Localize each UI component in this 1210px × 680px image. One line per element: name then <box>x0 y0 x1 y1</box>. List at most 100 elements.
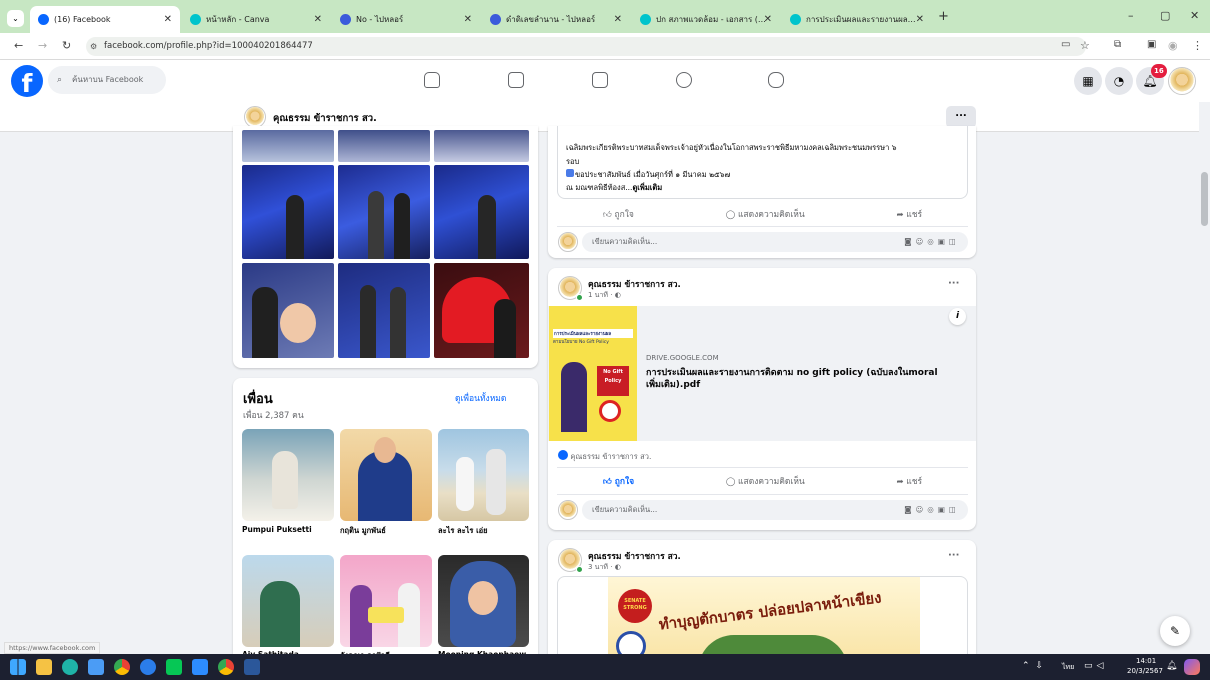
photo-thumbnail[interactable] <box>242 130 334 162</box>
post-options-icon[interactable]: ··· <box>948 278 959 289</box>
photo-thumbnail[interactable] <box>242 263 334 358</box>
site-info-icon[interactable]: ⚙ <box>90 37 97 56</box>
language-indicator[interactable]: ไทย <box>1062 662 1074 673</box>
sidepanel-icon[interactable]: ▣ <box>1147 39 1156 50</box>
file-explorer-icon[interactable] <box>36 659 52 675</box>
tab-close-icon[interactable]: ✕ <box>164 14 172 25</box>
maximize-button[interactable]: ▢ <box>1160 9 1170 22</box>
windows-start-icon[interactable] <box>10 659 26 675</box>
post-timestamp[interactable]: 3 นาที · ◐ <box>588 562 621 573</box>
photo-thumbnail[interactable] <box>338 263 430 358</box>
share-button[interactable]: ➦ แชร์ <box>896 207 922 221</box>
network-volume-icons[interactable]: ▭◁ <box>1084 661 1107 671</box>
bookmark-star-icon[interactable]: ☆ <box>1080 39 1090 52</box>
share-button[interactable]: ➦ แชร์ <box>896 474 922 488</box>
tab-presentation[interactable]: ดำดิเลขลำนาน - ไปหลอร์ ✕ <box>482 8 630 30</box>
pdf-thumbnail[interactable]: การประเมินผลและรายงานผล ตามนโยบาย No Gif… <box>549 306 637 441</box>
cast-icon[interactable]: ▭ <box>1061 39 1070 50</box>
info-icon[interactable]: i <box>949 308 966 325</box>
post-author-name[interactable]: คุณธรรม ข้าราชการ สว. <box>588 277 681 291</box>
see-all-friends-link[interactable]: ดูเพื่อนทั้งหมด <box>455 391 506 405</box>
copilot-icon[interactable] <box>1184 659 1200 675</box>
like-button[interactable]: 👍︎ ถูกใจ <box>603 474 634 488</box>
photo-thumbnail[interactable] <box>338 130 430 162</box>
friend-name[interactable]: Pumpui Puksetti <box>242 525 312 534</box>
friend-photo[interactable] <box>340 555 432 647</box>
photo-thumbnail[interactable] <box>242 165 334 259</box>
extensions-icon[interactable]: ⧉ <box>1114 39 1121 50</box>
chrome-menu-icon[interactable]: ⋮ <box>1192 39 1203 52</box>
tab-no-powerpoint[interactable]: No - ไปหลอร์ ✕ <box>332 8 480 30</box>
gaming-icon[interactable] <box>768 72 784 88</box>
friend-name[interactable]: ละไร ละไร เอ่ย <box>438 525 488 537</box>
friend-photo[interactable] <box>438 429 529 521</box>
friend-photo[interactable] <box>340 429 432 521</box>
comment-emoji-icons[interactable]: ◙☺◎▣◫ <box>904 232 960 252</box>
comment-button[interactable]: ◯ แสดงความคิดเห็น <box>726 207 805 221</box>
app-icon[interactable] <box>140 659 156 675</box>
page-scrollbar[interactable] <box>1199 102 1210 654</box>
comment-emoji-icons[interactable]: ◙☺◎▣◫ <box>904 500 960 520</box>
post-author-name[interactable]: คุณธรรม ข้าราชการ สว. <box>588 549 681 563</box>
zoom-icon[interactable] <box>192 659 208 675</box>
facebook-search-input[interactable]: ⌕ ค้นหาบน Facebook <box>48 66 166 94</box>
photo-thumbnail[interactable] <box>434 263 529 358</box>
tab-evaluation[interactable]: การประเมินผลและรายงานผล ตามน์โ ✕ <box>782 8 932 30</box>
see-more-link[interactable]: ดูเพิ่มเติม <box>632 183 662 192</box>
comment-input[interactable]: เขียนความคิดเห็น... ◙☺◎▣◫ <box>582 500 968 520</box>
groups-icon[interactable] <box>676 72 692 88</box>
back-icon[interactable]: ← <box>14 39 23 52</box>
reload-icon[interactable]: ↻ <box>62 39 71 52</box>
tab-canva-document[interactable]: ปก สภาพแวดล้อม - เอกสาร (A4) ✕ <box>632 8 780 30</box>
notification-bell-icon[interactable]: 🔔︎ <box>1166 661 1177 671</box>
address-bar[interactable]: ⚙ facebook.com/profile.php?id=1000402018… <box>86 37 1086 56</box>
friend-name[interactable]: กฤติน มูกพันธ์ <box>340 525 386 537</box>
scrollbar-thumb[interactable] <box>1201 172 1208 226</box>
profile-avatar[interactable] <box>244 106 266 128</box>
facebook-logo-icon[interactable]: f <box>11 65 43 97</box>
post-timestamp[interactable]: 1 นาที · ◐ <box>588 290 621 301</box>
profile-icon[interactable]: ◉ <box>1168 39 1178 52</box>
tab-facebook[interactable]: (16) Facebook ✕ <box>30 6 180 33</box>
forward-icon[interactable]: → <box>38 39 47 52</box>
word-icon[interactable] <box>244 659 260 675</box>
close-window-button[interactable]: ✕ <box>1190 9 1199 22</box>
link-preview[interactable]: การประเมินผลและรายงานผล ตามนโยบาย No Gif… <box>548 306 976 441</box>
friend-photo[interactable] <box>242 555 334 647</box>
clock-date[interactable]: 20/3/2567 <box>1127 667 1163 675</box>
photo-thumbnail[interactable] <box>434 165 529 259</box>
chrome-icon[interactable] <box>114 659 130 675</box>
photo-thumbnail[interactable] <box>434 130 529 162</box>
friend-photo[interactable] <box>242 429 334 521</box>
link-title[interactable]: การประเมินผลและรายงานการติดตาม no gift p… <box>646 367 946 391</box>
tab-close-icon[interactable]: ✕ <box>464 14 472 25</box>
comment-input[interactable]: เขียนความคิดเห็น... ◙☺◎▣◫ <box>582 232 968 252</box>
chrome-icon[interactable] <box>218 659 234 675</box>
new-message-button[interactable]: ✎ <box>1160 616 1190 646</box>
edge-icon[interactable] <box>62 659 78 675</box>
messenger-icon[interactable]: ◔ <box>1105 67 1133 95</box>
line-icon[interactable] <box>166 659 182 675</box>
clock-time[interactable]: 14:01 <box>1136 657 1156 665</box>
tab-close-icon[interactable]: ✕ <box>916 14 924 25</box>
watch-icon[interactable] <box>508 72 524 88</box>
tab-close-icon[interactable]: ✕ <box>764 14 772 25</box>
comment-button[interactable]: ◯ แสดงความคิดเห็น <box>726 474 805 488</box>
tab-canva[interactable]: หน้าหลัก - Canva ✕ <box>182 8 330 30</box>
tab-close-icon[interactable]: ✕ <box>614 14 622 25</box>
tab-list-button[interactable]: ⌄ <box>7 10 24 27</box>
profile-name[interactable]: คุณธรรม ข้าราชการ สว. <box>273 111 377 126</box>
profile-more-button[interactable]: ... <box>946 106 976 128</box>
reaction-summary[interactable]: คุณธรรม ข้าราชการ สว. <box>558 450 651 463</box>
home-icon[interactable] <box>424 72 440 88</box>
new-tab-button[interactable]: + <box>938 9 949 24</box>
friend-photo[interactable] <box>438 555 529 647</box>
photo-thumbnail[interactable] <box>338 165 430 259</box>
account-avatar[interactable] <box>1168 67 1196 95</box>
like-button[interactable]: 👍︎ ถูกใจ <box>603 207 634 221</box>
menu-grid-icon[interactable]: ▦ <box>1074 67 1102 95</box>
minimize-button[interactable]: – <box>1128 9 1134 22</box>
tab-close-icon[interactable]: ✕ <box>314 14 322 25</box>
store-icon[interactable] <box>88 659 104 675</box>
marketplace-icon[interactable] <box>592 72 608 88</box>
